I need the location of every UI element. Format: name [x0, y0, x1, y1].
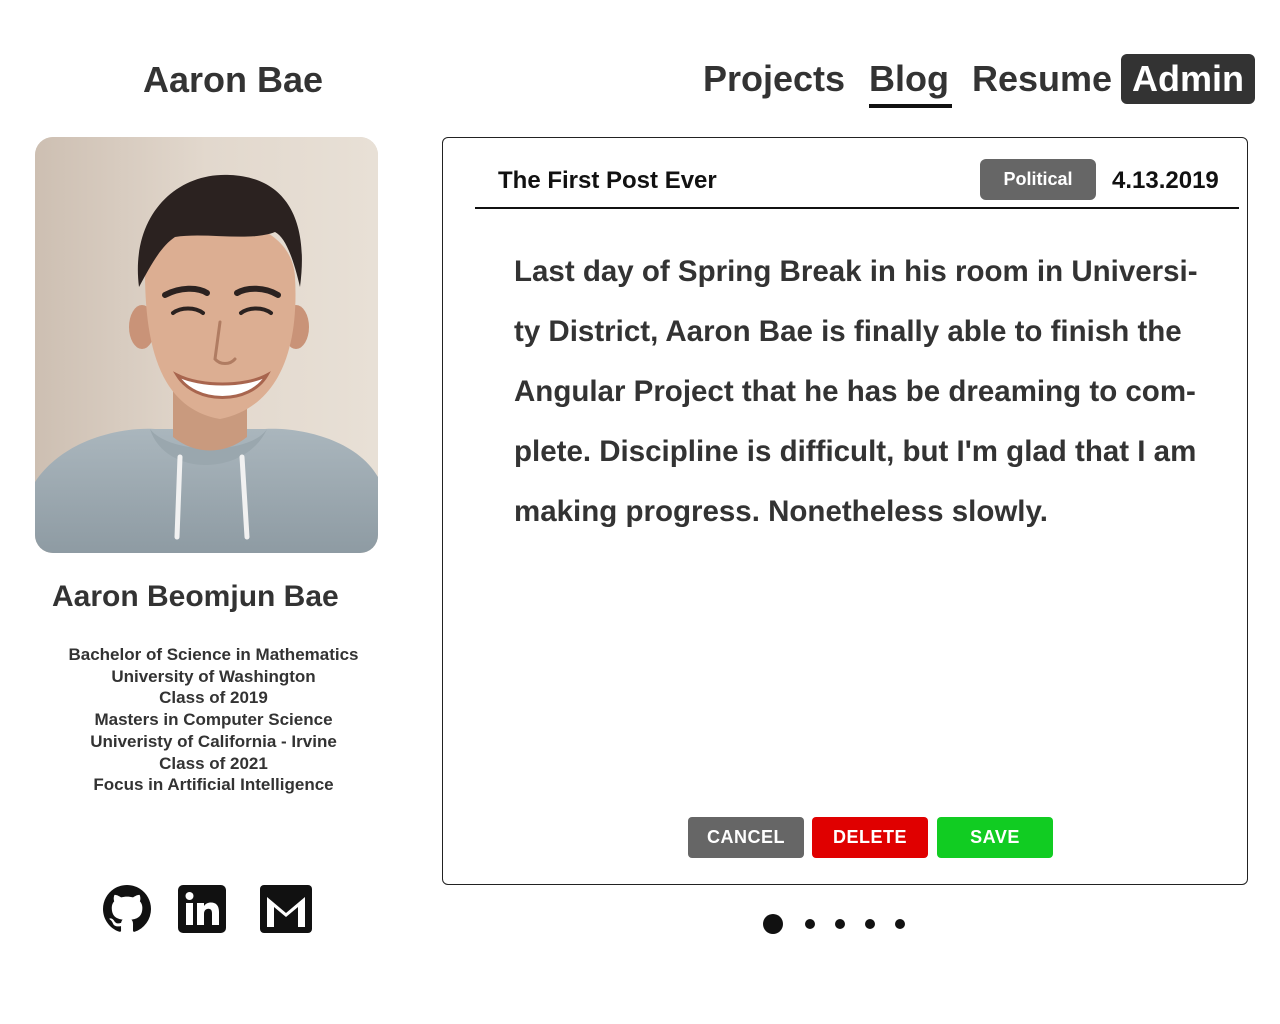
education-line: Bachelor of Science in Mathematics	[68, 645, 359, 664]
pagination	[0, 913, 1280, 935]
nav-projects[interactable]: Projects	[703, 54, 845, 104]
education-line: Masters in Computer Science	[94, 710, 333, 730]
profile-photo-illustration	[35, 137, 378, 553]
post-body-line: ty District, Aaron Bae is finally able t…	[514, 315, 1182, 348]
post-title[interactable]: The First Post Ever	[498, 166, 717, 196]
page-dot-1[interactable]	[763, 914, 783, 934]
post-body[interactable]: Last day of Spring Break in his room in …	[514, 242, 1214, 542]
blog-post-card: The First Post Ever Political 4.13.2019 …	[442, 137, 1248, 885]
main-nav: Projects Blog Resume Admin	[0, 54, 1280, 108]
education-list: Bachelor of Science in Mathematics Unive…	[40, 644, 387, 796]
profile-photo	[35, 137, 378, 553]
profile-name: Aaron Beomjun Bae	[52, 580, 339, 613]
education-line: University of Washington	[111, 666, 316, 686]
category-badge[interactable]: Political	[980, 159, 1096, 200]
post-body-line: plete. Discipline is difficult, but I'm …	[514, 435, 1197, 468]
post-body-line: Last day of Spring Break in his room in …	[514, 255, 1198, 288]
post-body-line: making progress. Nonetheless slowly.	[514, 495, 1048, 528]
page: Aaron Bae Projects Blog Resume Admin Aar…	[0, 0, 1280, 1024]
nav-active-underline	[869, 104, 952, 108]
education-line: Univeristy of California - Irvine	[90, 731, 337, 751]
page-dot-5[interactable]	[895, 919, 905, 929]
post-date: 4.13.2019	[1112, 167, 1219, 194]
cancel-button[interactable]: CANCEL	[688, 817, 804, 858]
education-line: Class of 2019	[159, 688, 268, 708]
post-divider	[475, 207, 1239, 209]
save-button[interactable]: SAVE	[937, 817, 1053, 858]
nav-resume[interactable]: Resume	[972, 54, 1112, 104]
post-body-line: Angular Project that he has be dreaming …	[514, 375, 1196, 408]
nav-admin[interactable]: Admin	[1121, 54, 1255, 104]
education-line: Class of 2021	[159, 753, 268, 773]
nav-blog[interactable]: Blog	[869, 54, 949, 104]
page-dot-2[interactable]	[805, 919, 815, 929]
page-dot-4[interactable]	[865, 919, 875, 929]
delete-button[interactable]: DELETE	[812, 817, 928, 858]
page-dot-3[interactable]	[835, 919, 845, 929]
education-line: Focus in Artificial Intelligence	[93, 775, 334, 795]
